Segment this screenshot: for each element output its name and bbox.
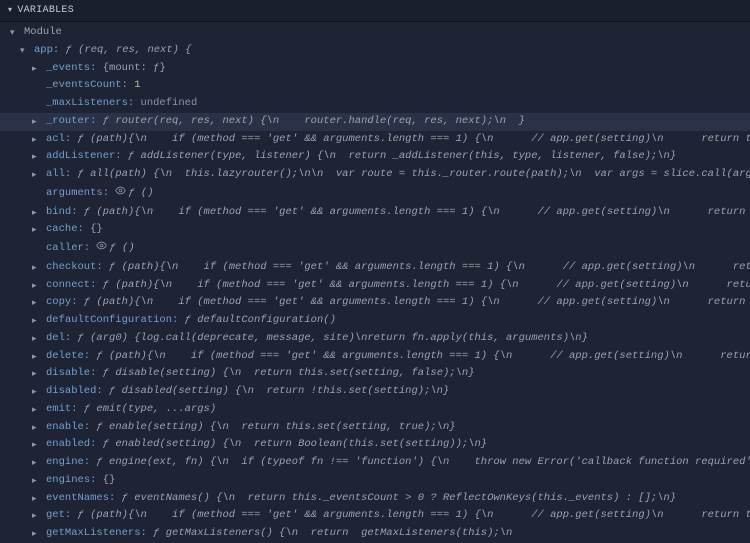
var-connect[interactable]: ▸ connect: ƒ (path){\n if (method === 'g… [0, 277, 750, 295]
var-acl[interactable]: ▸ acl: ƒ (path){\n if (method === 'get' … [0, 131, 750, 149]
var-defaultConfiguration[interactable]: ▸ defaultConfiguration: ƒ defaultConfigu… [0, 312, 750, 330]
panel-title: VARIABLES [17, 3, 74, 18]
var-engine[interactable]: ▸ engine: ƒ engine(ext, fn) {\n if (type… [0, 454, 750, 472]
var-bind[interactable]: ▸ bind: ƒ (path){\n if (method === 'get'… [0, 204, 750, 222]
chevron-right-icon: ▸ [32, 222, 42, 238]
chevron-right-icon: ▸ [32, 526, 42, 542]
chevron-right-icon: ▸ [32, 331, 42, 347]
var-app[interactable]: ▾ app: ƒ (req, res, next) { [0, 42, 750, 60]
var-all[interactable]: ▸ all: ƒ all(path) {\n this.lazyrouter()… [0, 166, 750, 184]
var-disabled[interactable]: ▸ disabled: ƒ disabled(setting) {\n retu… [0, 383, 750, 401]
chevron-right-icon: ▸ [32, 61, 42, 77]
chevron-right-icon: ▸ [32, 167, 42, 183]
var-checkout[interactable]: ▸ checkout: ƒ (path){\n if (method === '… [0, 259, 750, 277]
variables-panel-header[interactable]: ▾ VARIABLES [0, 0, 750, 22]
chevron-right-icon: ▸ [32, 295, 42, 311]
chevron-right-icon: ▸ [32, 313, 42, 329]
var-eventsCount[interactable]: ▸ _eventsCount: 1 [0, 77, 750, 95]
chevron-right-icon: ▸ [32, 132, 42, 148]
var-copy[interactable]: ▸ copy: ƒ (path){\n if (method === 'get'… [0, 294, 750, 312]
chevron-right-icon: ▸ [32, 349, 42, 365]
scope-module[interactable]: ▾ Module [0, 24, 750, 42]
chevron-right-icon: ▸ [32, 366, 42, 382]
chevron-right-icon: ▸ [32, 420, 42, 436]
chevron-down-icon: ▾ [20, 43, 30, 59]
var-eventNames[interactable]: ▸ eventNames: ƒ eventNames() {\n return … [0, 490, 750, 508]
chevron-right-icon: ▸ [32, 402, 42, 418]
chevron-down-icon: ▾ [8, 5, 12, 17]
var-emit[interactable]: ▸ emit: ƒ emit(type, ...args) [0, 401, 750, 419]
chevron-right-icon: ▸ [32, 473, 42, 489]
var-maxListeners[interactable]: ▸ _maxListeners: undefined [0, 95, 750, 113]
eye-icon [115, 185, 126, 203]
chevron-right-icon: ▸ [32, 278, 42, 294]
var-engines[interactable]: ▸ engines: {} [0, 472, 750, 490]
var-del[interactable]: ▸ del: ƒ (arg0) {log.call(deprecate, mes… [0, 330, 750, 348]
var-router[interactable]: ▸ _router: ƒ router(req, res, next) {\n … [0, 113, 750, 131]
var-caller[interactable]: ▸ caller: ƒ () [0, 239, 750, 259]
var-addListener[interactable]: ▸ addListener: ƒ addListener(type, liste… [0, 148, 750, 166]
var-get[interactable]: ▸ get: ƒ (path){\n if (method === 'get' … [0, 507, 750, 525]
chevron-right-icon: ▸ [32, 508, 42, 524]
var-cache[interactable]: ▸ cache: {} [0, 221, 750, 239]
chevron-down-icon: ▾ [10, 25, 20, 41]
var-all-arguments[interactable]: ▸ arguments: ƒ () [0, 184, 750, 204]
chevron-right-icon: ▸ [32, 260, 42, 276]
chevron-right-icon: ▸ [32, 384, 42, 400]
var-delete[interactable]: ▸ delete: ƒ (path){\n if (method === 'ge… [0, 348, 750, 366]
chevron-right-icon: ▸ [32, 205, 42, 221]
var-enabled[interactable]: ▸ enabled: ƒ enabled(setting) {\n return… [0, 436, 750, 454]
chevron-right-icon: ▸ [32, 149, 42, 165]
chevron-right-icon: ▸ [32, 455, 42, 471]
chevron-right-icon: ▸ [32, 114, 42, 130]
var-enable[interactable]: ▸ enable: ƒ enable(setting) {\n return t… [0, 419, 750, 437]
chevron-right-icon: ▸ [32, 437, 42, 453]
var-getMaxListeners[interactable]: ▸ getMaxListeners: ƒ getMaxListeners() {… [0, 525, 750, 543]
eye-icon [96, 240, 107, 258]
var-events[interactable]: ▸ _events: {mount: ƒ} [0, 60, 750, 78]
variables-tree: ▾ Module ▾ app: ƒ (req, res, next) { ▸ _… [0, 22, 750, 543]
var-disable[interactable]: ▸ disable: ƒ disable(setting) {\n return… [0, 365, 750, 383]
